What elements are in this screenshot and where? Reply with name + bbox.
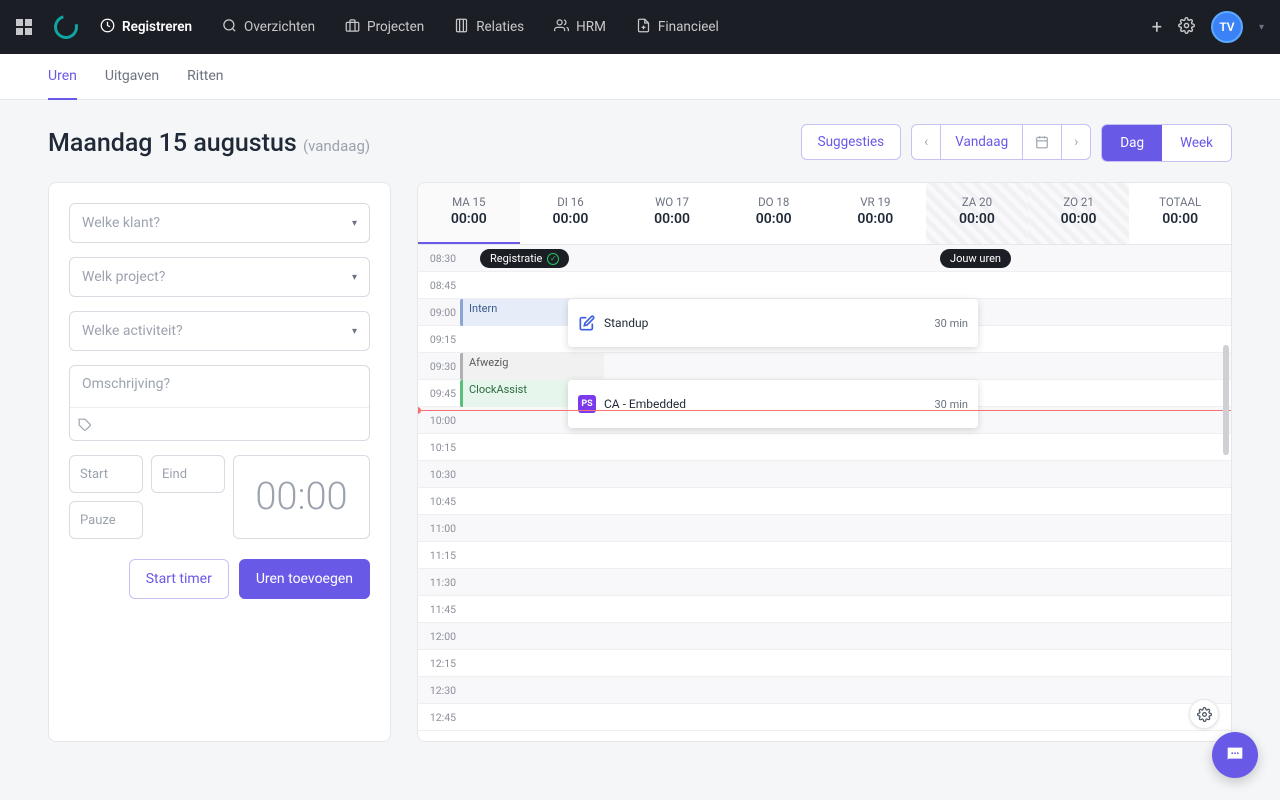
nav-icon bbox=[454, 18, 469, 37]
time-label: 11:45 bbox=[418, 603, 460, 616]
time-label: 09:00 bbox=[418, 306, 460, 319]
chat-fab[interactable] bbox=[1212, 732, 1258, 778]
registratie-badge: Registratie✓ bbox=[480, 249, 569, 268]
calendar-settings-button[interactable] bbox=[1189, 699, 1219, 729]
nav-hrm[interactable]: HRM bbox=[554, 18, 606, 37]
jouw-uren-badge: Jouw uren bbox=[940, 249, 1011, 268]
day-di-16[interactable]: DI 1600:00 bbox=[520, 183, 622, 244]
time-label: 12:00 bbox=[418, 630, 460, 643]
day-totaal: TOTAAL00:00 bbox=[1129, 183, 1231, 244]
time-label: 11:00 bbox=[418, 522, 460, 535]
logo-icon[interactable] bbox=[50, 11, 83, 44]
time-label: 10:15 bbox=[418, 441, 460, 454]
day-zo-21[interactable]: ZO 2100:00 bbox=[1028, 183, 1130, 244]
day-za-20[interactable]: ZA 2000:00 bbox=[926, 183, 1028, 244]
calendar-icon[interactable] bbox=[1022, 124, 1061, 160]
vandaag-button[interactable]: Vandaag bbox=[940, 124, 1022, 160]
tab-uren[interactable]: Uren bbox=[48, 54, 77, 100]
tab-ritten[interactable]: Ritten bbox=[187, 54, 223, 100]
time-label: 11:30 bbox=[418, 576, 460, 589]
nav-relaties[interactable]: Relaties bbox=[454, 18, 524, 37]
time-label: 12:15 bbox=[418, 657, 460, 670]
timer-display: 00:00 bbox=[233, 455, 370, 539]
activiteit-select[interactable]: Welke activiteit?▾ bbox=[69, 311, 370, 351]
suggesties-button[interactable]: Suggesties bbox=[801, 124, 902, 160]
time-label: 09:30 bbox=[418, 360, 460, 373]
edit-icon bbox=[578, 314, 596, 332]
event-title: Standup bbox=[604, 316, 648, 330]
day-vr-19[interactable]: VR 1900:00 bbox=[825, 183, 927, 244]
event-standup[interactable]: Standup 30 min bbox=[568, 299, 978, 347]
time-label: 12:30 bbox=[418, 684, 460, 697]
event-ca-embedded[interactable]: PS CA - Embedded 30 min bbox=[568, 380, 978, 428]
nav-icon bbox=[554, 18, 569, 37]
nav-icon bbox=[636, 18, 651, 37]
scrollbar[interactable] bbox=[1223, 345, 1229, 455]
avatar[interactable]: TV bbox=[1211, 11, 1243, 43]
pauze-input[interactable]: Pauze bbox=[69, 501, 143, 539]
calendar: MA 1500:00DI 1600:00WO 1700:00DO 1800:00… bbox=[417, 182, 1232, 742]
time-label: 11:15 bbox=[418, 549, 460, 562]
time-label: 09:15 bbox=[418, 333, 460, 346]
uren-toevoegen-button[interactable]: Uren toevoegen bbox=[239, 559, 370, 599]
next-button[interactable]: › bbox=[1061, 124, 1091, 160]
project-select[interactable]: Welk project?▾ bbox=[69, 257, 370, 297]
now-line bbox=[418, 410, 1231, 411]
nav-icon bbox=[345, 18, 360, 37]
subtabs: Uren Uitgaven Ritten bbox=[0, 54, 1280, 100]
topbar: Registreren Overzichten Projecten Relaties H… bbox=[0, 0, 1280, 54]
plus-icon[interactable]: + bbox=[1152, 17, 1162, 38]
time-label: 08:45 bbox=[418, 279, 460, 292]
day-do-18[interactable]: DO 1800:00 bbox=[723, 183, 825, 244]
day-wo-17[interactable]: WO 1700:00 bbox=[621, 183, 723, 244]
nav-icon bbox=[222, 18, 237, 37]
time-label: 10:00 bbox=[418, 414, 460, 427]
omschrijving-input[interactable] bbox=[70, 366, 369, 408]
apps-icon[interactable] bbox=[16, 19, 32, 35]
gear-icon[interactable] bbox=[1178, 17, 1195, 38]
nav-financieel[interactable]: Financieel bbox=[636, 18, 719, 37]
nav-icon bbox=[100, 18, 115, 37]
klant-select[interactable]: Welke klant?▾ bbox=[69, 203, 370, 243]
dag-toggle[interactable]: Dag bbox=[1102, 125, 1162, 161]
time-label: 10:30 bbox=[418, 468, 460, 481]
start-timer-button[interactable]: Start timer bbox=[129, 559, 229, 599]
eind-input[interactable]: Eind bbox=[151, 455, 225, 493]
nav-projecten[interactable]: Projecten bbox=[345, 18, 424, 37]
entry-form: Welke klant?▾ Welk project?▾ Welke activ… bbox=[48, 182, 391, 742]
calendar-body[interactable]: 08:30 08:45 09:00 09:15 09:30 09:45 10:00 10:15… bbox=[418, 245, 1231, 741]
week-toggle[interactable]: Week bbox=[1162, 125, 1231, 161]
nav-registreren[interactable]: Registreren bbox=[100, 18, 192, 37]
prev-button[interactable]: ‹ bbox=[911, 124, 940, 160]
time-label: 08:30 bbox=[418, 252, 460, 265]
tag-icon[interactable] bbox=[78, 417, 92, 436]
time-label: 09:45 bbox=[418, 387, 460, 400]
start-input[interactable]: Start bbox=[69, 455, 143, 493]
event-title: CA - Embedded bbox=[604, 397, 686, 411]
tab-uitgaven[interactable]: Uitgaven bbox=[105, 54, 159, 100]
chevron-down-icon[interactable]: ▾ bbox=[1259, 22, 1264, 33]
time-label: 12:45 bbox=[418, 711, 460, 724]
page-title: Maandag 15 augustus (vandaag) bbox=[48, 129, 370, 158]
day-ma-15[interactable]: MA 1500:00 bbox=[418, 183, 520, 244]
time-label: 10:45 bbox=[418, 495, 460, 508]
nav-overzichten[interactable]: Overzichten bbox=[222, 18, 315, 37]
